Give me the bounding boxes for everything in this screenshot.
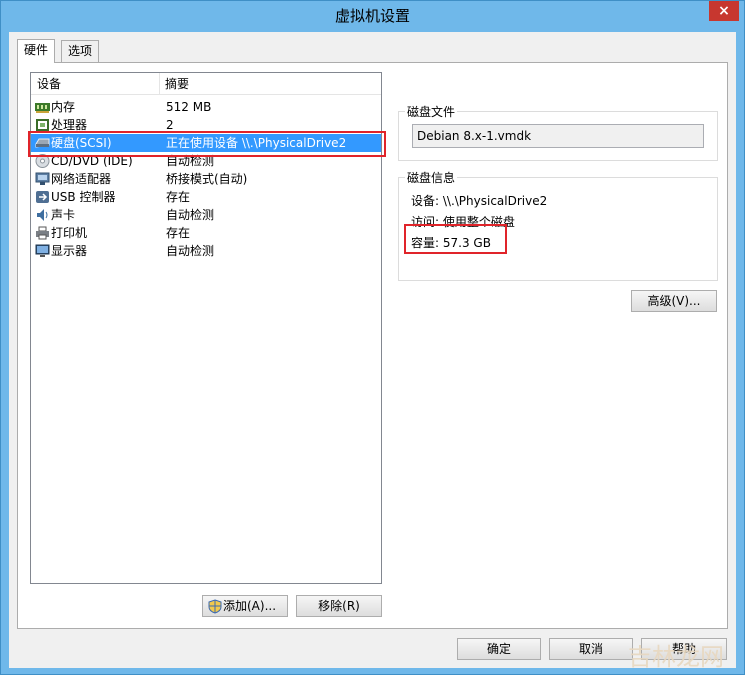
device-row-display[interactable]: 显示器 自动检测 bbox=[31, 242, 381, 260]
memory-icon bbox=[35, 103, 50, 113]
device-row-memory[interactable]: 内存 512 MB bbox=[31, 98, 381, 116]
add-button[interactable]: 添加(A)... bbox=[202, 595, 288, 617]
disk-file-title: 磁盘文件 bbox=[405, 103, 458, 120]
column-header-summary[interactable]: 摘要 bbox=[159, 73, 189, 95]
device-row-printer[interactable]: 打印机 存在 bbox=[31, 224, 381, 242]
usb-icon bbox=[36, 191, 49, 203]
device-name: USB 控制器 bbox=[51, 190, 116, 204]
device-list-header: 设备 摘要 bbox=[31, 73, 381, 95]
printer-icon bbox=[36, 226, 49, 240]
window-title: 虚拟机设置 bbox=[334, 7, 410, 25]
disk-info-title: 磁盘信息 bbox=[405, 169, 458, 186]
device-summary: 自动检测 bbox=[166, 208, 215, 222]
highlight-box-capacity bbox=[404, 224, 507, 254]
highlight-box-hard-disk bbox=[28, 131, 386, 157]
device-summary: 存在 bbox=[166, 226, 191, 240]
device-row-network-adapter[interactable]: 网络适配器 桥接模式(自动) bbox=[31, 170, 381, 188]
close-button[interactable]: × bbox=[709, 1, 739, 21]
device-row-sound-card[interactable]: 声卡 自动检测 bbox=[31, 206, 381, 224]
device-name: 网络适配器 bbox=[51, 172, 112, 186]
device-summary: 自动检测 bbox=[166, 244, 215, 258]
watermark-text: 吉林龙网 bbox=[628, 643, 724, 671]
ok-button[interactable]: 确定 bbox=[457, 638, 541, 660]
shield-icon bbox=[208, 599, 222, 614]
tab-hardware[interactable]: 硬件 bbox=[17, 39, 56, 63]
disk-file-group: 磁盘文件 Debian 8.x-1.vmdk bbox=[398, 103, 718, 161]
display-icon bbox=[35, 244, 50, 257]
cancel-button[interactable]: 取消 bbox=[549, 638, 633, 660]
device-summary: 桥接模式(自动) bbox=[166, 172, 248, 186]
disk-file-field[interactable]: Debian 8.x-1.vmdk bbox=[412, 124, 704, 148]
device-name: 显示器 bbox=[51, 244, 88, 258]
device-summary: 512 MB bbox=[166, 100, 212, 114]
device-summary: 存在 bbox=[166, 190, 191, 204]
tab-options[interactable]: 选项 bbox=[61, 40, 100, 62]
disk-info-device: 设备: \\.\PhysicalDrive2 bbox=[411, 194, 548, 208]
remove-button[interactable]: 移除(R) bbox=[296, 595, 382, 617]
device-row-usb-controller[interactable]: USB 控制器 存在 bbox=[31, 188, 381, 206]
network-adapter-icon bbox=[35, 172, 50, 185]
advanced-button[interactable]: 高级(V)... bbox=[631, 290, 717, 312]
device-name: 内存 bbox=[51, 100, 76, 114]
device-name: 声卡 bbox=[51, 208, 76, 222]
add-button-label: 添加(A)... bbox=[223, 599, 277, 613]
dialog-client: 硬件 选项 设备 摘要 内存 512 MB 处理器 2 硬盘(SCSI) 正在使… bbox=[9, 32, 736, 668]
processor-icon bbox=[36, 119, 49, 131]
sound-card-icon bbox=[37, 209, 48, 221]
hardware-panel: 设备 摘要 内存 512 MB 处理器 2 硬盘(SCSI) 正在使用设备 \\… bbox=[17, 62, 728, 629]
column-header-device[interactable]: 设备 bbox=[31, 73, 61, 95]
device-name: 打印机 bbox=[51, 226, 88, 240]
vm-settings-window: 虚拟机设置 × 硬件 选项 设备 摘要 内存 512 MB 处理器 2 硬盘(S… bbox=[0, 0, 745, 675]
